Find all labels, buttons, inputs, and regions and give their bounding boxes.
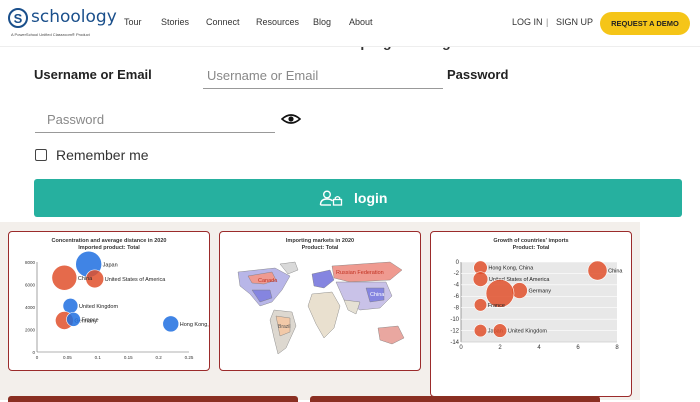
data-bubble [66, 312, 81, 327]
data-bubble [162, 315, 180, 333]
data-bubble [62, 298, 79, 314]
nav-separator: | [546, 17, 549, 27]
x-tick-label: 2 [498, 345, 502, 350]
data-label: China [608, 269, 623, 275]
bottom-panel-edge-right [310, 396, 600, 402]
login-button-label: login [354, 190, 388, 206]
nav-blog[interactable]: Blog [313, 17, 331, 27]
data-label: United States of America [105, 277, 166, 283]
username-label: Username or Email [34, 67, 152, 82]
chart-panel-import-growth: Growth of countries' imports Product: To… [430, 231, 632, 397]
password-label: Password [447, 67, 509, 82]
data-label: France [488, 303, 505, 309]
x-tick-label: 6 [576, 345, 580, 350]
data-label: China [78, 276, 93, 282]
login-button[interactable]: login [34, 179, 682, 217]
nav-resources[interactable]: Resources [256, 17, 299, 27]
chart-title: Growth of countries' imports [493, 238, 569, 244]
nav-stories[interactable]: Stories [161, 17, 189, 27]
dashboard-area: Concentration and average distance in 20… [0, 222, 640, 400]
x-tick-label: 0.2 [155, 355, 162, 360]
logo-mark: S [8, 8, 28, 28]
map-label-brazil: Brazil [278, 324, 291, 330]
data-bubble [492, 323, 508, 338]
login-link[interactable]: LOG IN [512, 17, 543, 27]
logo-text: schoology [31, 7, 117, 27]
y-tick-label: 2000 [25, 327, 36, 332]
map-india [343, 299, 361, 315]
nav-connect[interactable]: Connect [206, 17, 240, 27]
concentration-chart: 0 0.05 0.1 0.15 0.2 0.2502000400060008000 Japa… [25, 250, 209, 360]
data-label: Hong Kong, China [488, 266, 534, 272]
x-tick-label: 0 [36, 355, 39, 360]
x-tick-label: 0.1 [95, 355, 102, 360]
map-panel-importing-markets: Importing markets in 2020 Product: Total… [219, 231, 421, 371]
nav-about[interactable]: About [349, 17, 373, 27]
data-bubble [51, 264, 78, 291]
bottom-panel-edge-left [8, 396, 298, 402]
y-tick-label: 6000 [25, 282, 36, 287]
map-label-canada: Canada [258, 278, 278, 284]
password-input[interactable] [35, 107, 275, 133]
data-bubble [473, 298, 488, 312]
map-australia [377, 325, 405, 345]
eye-icon[interactable] [281, 113, 301, 125]
signup-link[interactable]: SIGN UP [556, 17, 593, 27]
data-label: United Kingdom [79, 304, 119, 310]
data-label: Japan [103, 262, 118, 268]
map-title: Importing markets in 2020 [285, 238, 355, 244]
y-tick-label: -6 [454, 294, 460, 300]
username-input[interactable] [203, 63, 443, 89]
x-tick-label: 0.15 [124, 355, 133, 360]
nav-tour[interactable]: Tour [124, 17, 142, 27]
map-label-china: China [370, 292, 385, 298]
y-tick-label: 4000 [25, 305, 36, 310]
y-tick-label: -10 [450, 317, 459, 323]
y-tick-label: -2 [454, 271, 460, 277]
y-tick-label: -4 [454, 283, 460, 289]
site-header: S schoology A PowerSchool Unified Classr… [0, 0, 700, 47]
x-tick-label: 0.05 [63, 355, 72, 360]
chart-panel-concentration: Concentration and average distance in 20… [8, 231, 210, 371]
remember-me-label: Remember me [56, 147, 149, 163]
logo-tagline: A PowerSchool Unified Classroom® Product [11, 32, 90, 37]
import-growth-chart: 0 2 4 6 8 0 -2 -4 -6 -8 -10 -12 -14 Hong Kong, China C… [450, 260, 623, 350]
user-lock-icon [319, 190, 343, 206]
map-label-russia: Russian Federation [336, 270, 384, 276]
data-label: France [81, 317, 98, 323]
y-tick-label: -12 [450, 328, 459, 334]
chart-title: Concentration and average distance in 20… [51, 238, 167, 244]
x-tick-label: 0 [459, 345, 463, 350]
data-label: United Kingdom [508, 329, 548, 335]
x-tick-label: 0.25 [185, 355, 194, 360]
remember-me-checkbox[interactable] [35, 149, 47, 161]
data-label: Germany [528, 289, 551, 295]
data-bubble [472, 271, 489, 287]
data-bubble [587, 260, 608, 281]
y-tick-label: -14 [450, 340, 459, 346]
map-europe [311, 269, 335, 289]
y-tick-label: -8 [454, 306, 460, 312]
y-tick-label: 0 [456, 260, 460, 266]
x-tick-label: 8 [615, 345, 619, 350]
x-tick-label: 4 [537, 345, 541, 350]
world-map: Canada Russian Federation China Brazil [237, 261, 405, 355]
data-label: Hong Kong, China [180, 322, 209, 328]
map-africa [307, 291, 341, 339]
y-tick-label: 8000 [25, 260, 36, 265]
request-demo-button[interactable]: REQUEST A DEMO [600, 12, 690, 35]
data-bubble [473, 323, 488, 338]
